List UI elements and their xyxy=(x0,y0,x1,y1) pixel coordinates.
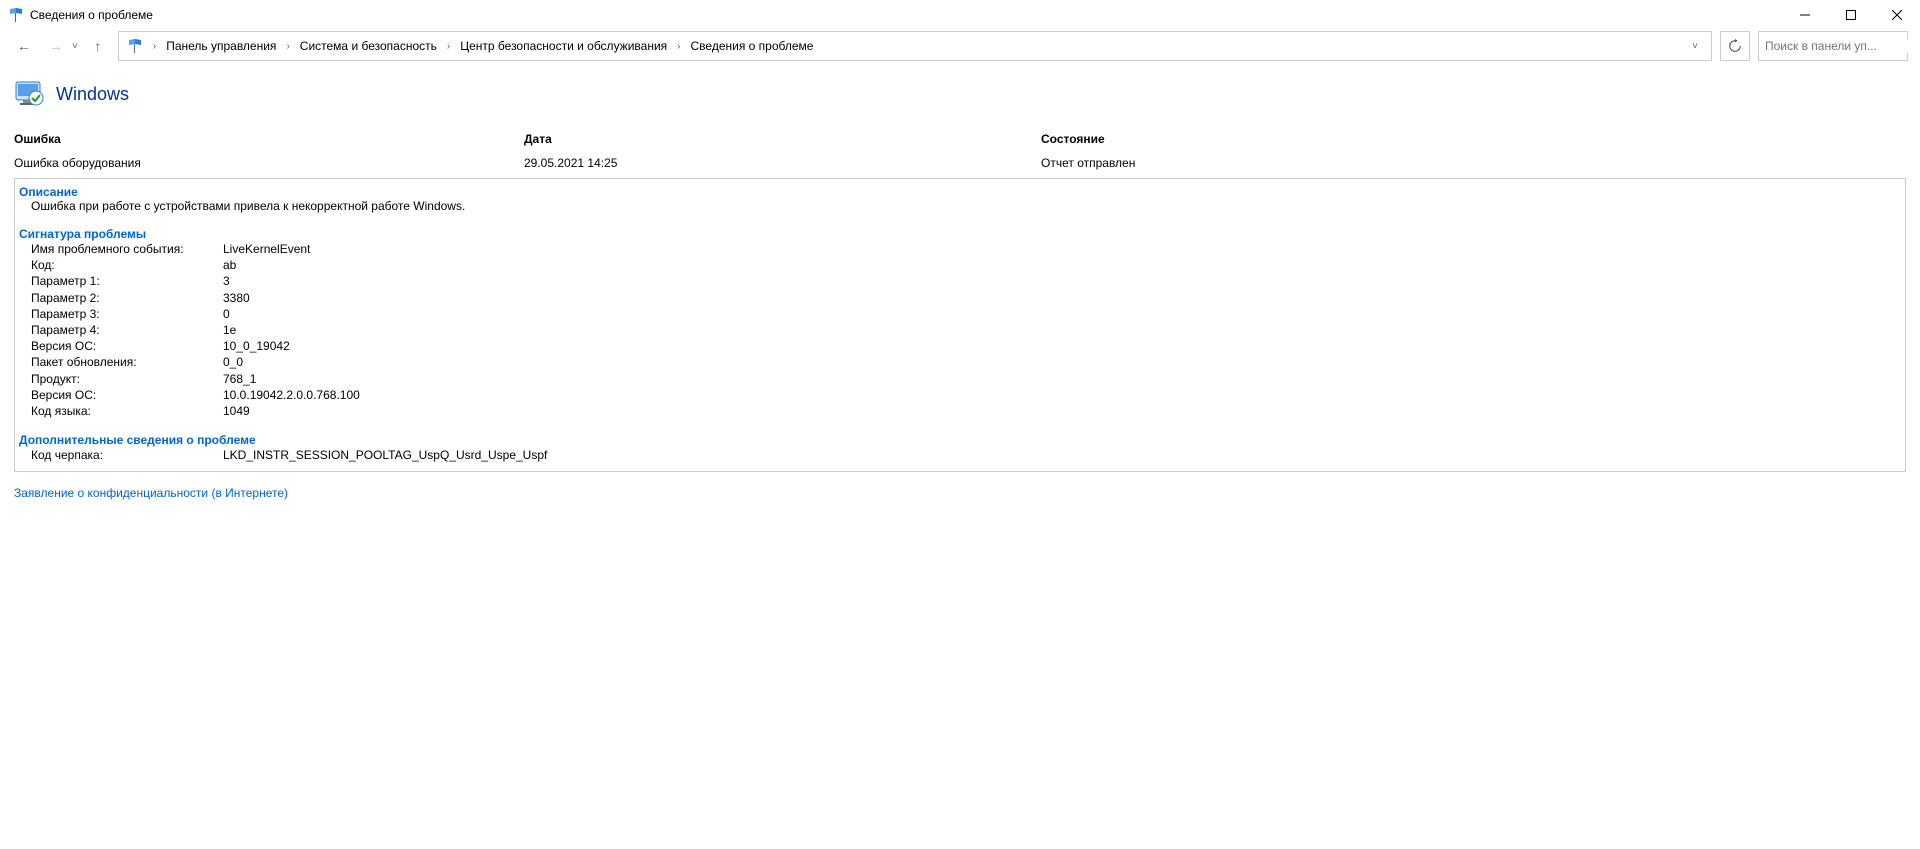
window-title: Сведения о проблеме xyxy=(30,8,153,22)
chevron-right-icon: › xyxy=(673,41,684,52)
breadcrumb-item[interactable]: Центр безопасности и обслуживания xyxy=(456,37,671,55)
detail-value: 10_0_19042 xyxy=(223,338,1905,354)
detail-row: Код черпака:LKD_INSTR_SESSION_POOLTAG_Us… xyxy=(15,447,1905,463)
chevron-right-icon: › xyxy=(282,41,293,52)
detail-key: Пакет обновления: xyxy=(31,354,223,370)
search-box[interactable] xyxy=(1758,31,1908,61)
error-value: Ошибка оборудования xyxy=(14,156,524,170)
titlebar: Сведения о проблеме xyxy=(0,0,1920,30)
detail-value: 768_1 xyxy=(223,371,1905,387)
privacy-link[interactable]: Заявление о конфиденциальности (в Интерн… xyxy=(14,486,288,500)
minimize-button[interactable] xyxy=(1782,0,1828,30)
details-box: Описание Ошибка при работе с устройствам… xyxy=(14,178,1906,472)
detail-key: Имя проблемного события: xyxy=(31,241,223,257)
detail-key: Параметр 4: xyxy=(31,322,223,338)
detail-row: Параметр 4:1e xyxy=(15,322,1905,338)
chevron-down-icon[interactable]: ˅ xyxy=(1683,41,1707,52)
status-value: Отчет отправлен xyxy=(1041,156,1906,170)
detail-row: Параметр 3:0 xyxy=(15,306,1905,322)
detail-key: Параметр 3: xyxy=(31,306,223,322)
detail-value: ab xyxy=(223,257,1905,273)
content: Windows Ошибка Ошибка оборудования Дата … xyxy=(0,64,1920,514)
chevron-right-icon: › xyxy=(443,41,454,52)
signature-header: Сигнатура проблемы xyxy=(15,227,1905,241)
detail-key: Версия ОС: xyxy=(31,338,223,354)
detail-row: Продукт:768_1 xyxy=(15,371,1905,387)
history-dropdown[interactable]: ˅ xyxy=(72,41,78,52)
close-button[interactable] xyxy=(1874,0,1920,30)
monitor-check-icon xyxy=(14,78,46,110)
maximize-button[interactable] xyxy=(1828,0,1874,30)
detail-value: 3380 xyxy=(223,290,1905,306)
status-header: Состояние xyxy=(1041,132,1906,146)
summary-columns: Ошибка Ошибка оборудования Дата 29.05.20… xyxy=(14,132,1906,178)
extra-rows: Код черпака:LKD_INSTR_SESSION_POOLTAG_Us… xyxy=(15,447,1905,463)
detail-key: Версия ОС: xyxy=(31,387,223,403)
detail-row: Версия ОС:10.0.19042.2.0.0.768.100 xyxy=(15,387,1905,403)
detail-row: Параметр 2:3380 xyxy=(15,290,1905,306)
detail-key: Код черпака: xyxy=(31,447,223,463)
detail-value: 0_0 xyxy=(223,354,1905,370)
detail-key: Код: xyxy=(31,257,223,273)
detail-value: LKD_INSTR_SESSION_POOLTAG_UspQ_Usrd_Uspe… xyxy=(223,447,1905,463)
detail-value: 0 xyxy=(223,306,1905,322)
chevron-right-icon: › xyxy=(149,41,160,52)
detail-row: Параметр 1:3 xyxy=(15,273,1905,289)
date-header: Дата xyxy=(524,132,1041,146)
detail-key: Параметр 2: xyxy=(31,290,223,306)
addressbar[interactable]: › Панель управления › Система и безопасн… xyxy=(118,31,1712,61)
detail-row: Код:ab xyxy=(15,257,1905,273)
detail-value: 1e xyxy=(223,322,1905,338)
description-text: Ошибка при работе с устройствами привела… xyxy=(15,199,1905,213)
detail-key: Параметр 1: xyxy=(31,273,223,289)
breadcrumb-item[interactable]: Панель управления xyxy=(162,37,280,55)
detail-value: 10.0.19042.2.0.0.768.100 xyxy=(223,387,1905,403)
up-button[interactable]: ↑ xyxy=(86,34,110,58)
detail-key: Код языка: xyxy=(31,403,223,419)
detail-row: Пакет обновления:0_0 xyxy=(15,354,1905,370)
extra-header: Дополнительные сведения о проблеме xyxy=(15,433,1905,447)
detail-value: 1049 xyxy=(223,403,1905,419)
refresh-button[interactable] xyxy=(1720,31,1750,61)
heading-label: Windows xyxy=(56,84,129,105)
signature-rows: Имя проблемного события:LiveKernelEventК… xyxy=(15,241,1905,419)
navbar: ← → ˅ ↑ › Панель управления › Система и … xyxy=(0,30,1920,62)
detail-key: Продукт: xyxy=(31,371,223,387)
detail-row: Код языка:1049 xyxy=(15,403,1905,419)
breadcrumb-item[interactable]: Сведения о проблеме xyxy=(687,37,818,55)
flag-icon xyxy=(127,38,143,54)
back-button[interactable]: ← xyxy=(12,34,36,58)
date-value: 29.05.2021 14:25 xyxy=(524,156,1041,170)
error-header: Ошибка xyxy=(14,132,524,146)
detail-value: LiveKernelEvent xyxy=(223,241,1905,257)
flag-icon xyxy=(8,7,24,23)
detail-row: Имя проблемного события:LiveKernelEvent xyxy=(15,241,1905,257)
breadcrumb-item[interactable]: Система и безопасность xyxy=(296,37,441,55)
description-header: Описание xyxy=(15,185,1905,199)
detail-row: Версия ОС:10_0_19042 xyxy=(15,338,1905,354)
page-heading: Windows xyxy=(14,78,1906,110)
forward-button[interactable]: → xyxy=(44,34,68,58)
detail-value: 3 xyxy=(223,273,1905,289)
search-input[interactable] xyxy=(1765,39,1920,53)
